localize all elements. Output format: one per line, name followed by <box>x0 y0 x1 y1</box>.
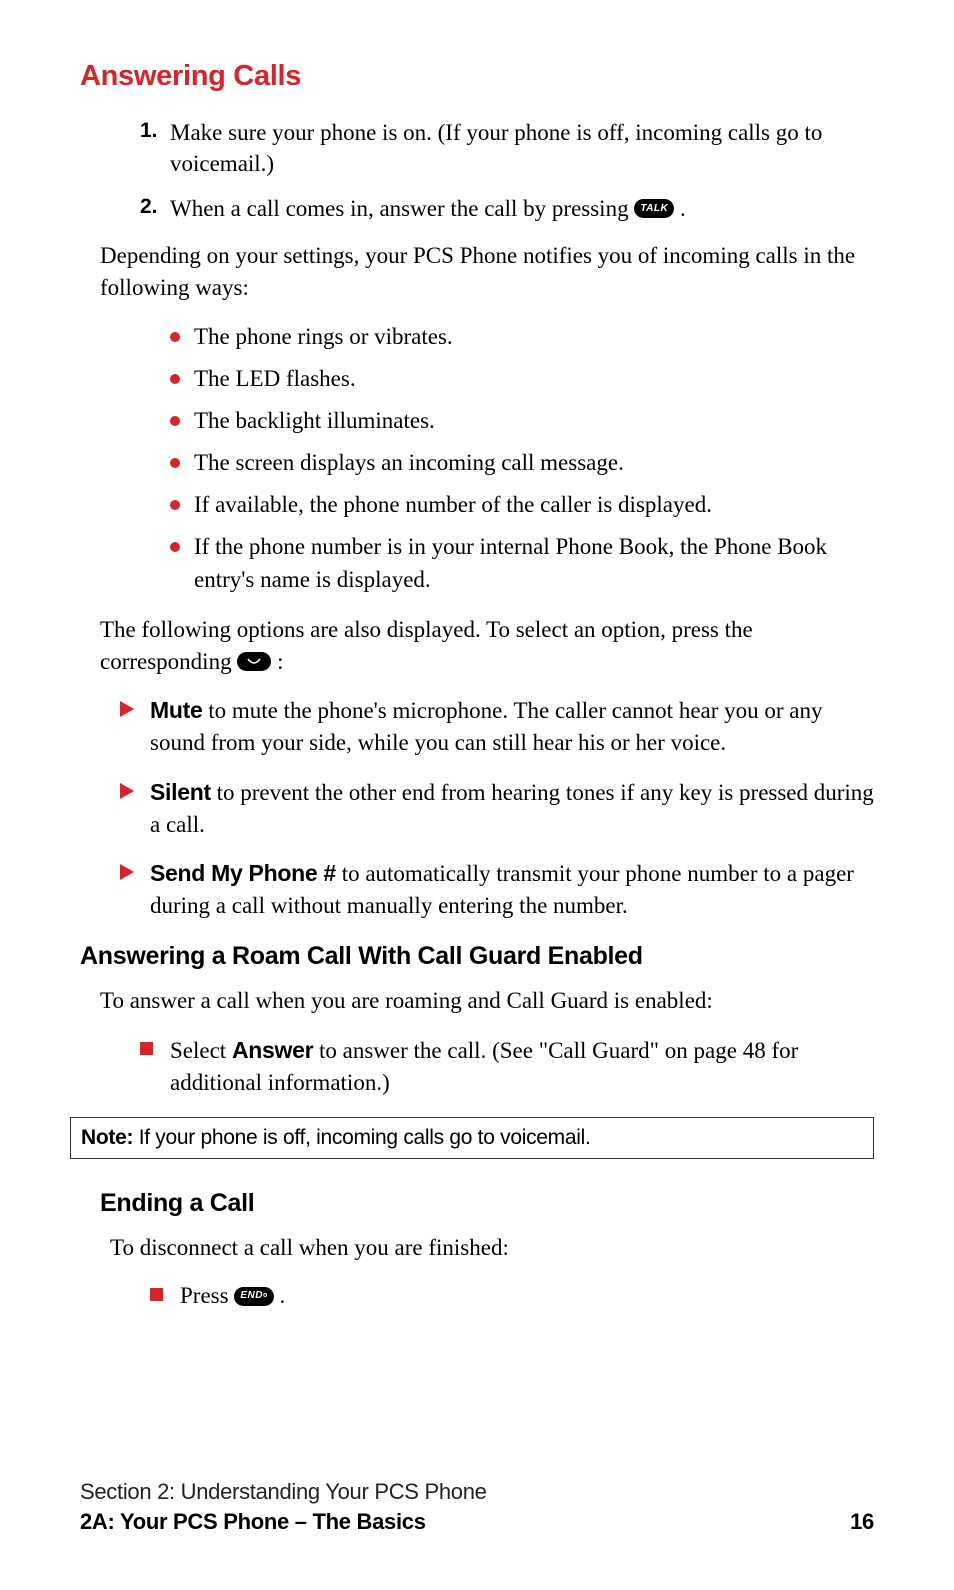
list-item: The phone rings or vibrates. <box>170 321 874 353</box>
page-footer: Section 2: Understanding Your PCS Phone … <box>80 1479 874 1535</box>
option-mute: Mute to mute the phone's microphone. The… <box>120 694 874 759</box>
step-1: 1. Make sure your phone is on. (If your … <box>140 117 874 179</box>
roam-call-heading: Answering a Roam Call With Call Guard En… <box>80 942 874 971</box>
steps-list: 1. Make sure your phone is on. (If your … <box>140 117 874 224</box>
list-item: If the phone number is in your internal … <box>170 531 874 595</box>
options-intro-suffix: : <box>277 649 283 674</box>
option-text: to prevent the other end from hearing to… <box>150 780 874 837</box>
ending-step: Press ENDo . <box>150 1280 874 1312</box>
softkey-icon <box>237 652 271 671</box>
option-label: Send My Phone # <box>150 860 336 886</box>
call-options-list: Mute to mute the phone's microphone. The… <box>120 694 874 922</box>
note-label: Note: <box>81 1126 133 1149</box>
ending-steps-list: Press ENDo . <box>150 1280 874 1312</box>
list-item: The backlight illuminates. <box>170 405 874 437</box>
roam-step-bold: Answer <box>232 1037 313 1063</box>
option-label: Mute <box>150 697 202 723</box>
roam-step: Select Answer to answer the call. (See "… <box>140 1034 874 1099</box>
note-text: If your phone is off, incoming calls go … <box>133 1126 590 1149</box>
option-label: Silent <box>150 779 211 805</box>
section-heading: Answering Calls <box>80 60 874 93</box>
step-number: 2. <box>140 193 158 221</box>
footer-section-label: Section 2: Understanding Your PCS Phone <box>80 1479 874 1505</box>
ending-step-prefix: Press <box>180 1283 234 1308</box>
list-item: The LED flashes. <box>170 363 874 395</box>
step-text-suffix: . <box>680 196 686 221</box>
option-text: to mute the phone's microphone. The call… <box>150 698 823 755</box>
step-text: Make sure your phone is on. (If your pho… <box>170 120 822 176</box>
ending-call-heading: Ending a Call <box>100 1189 874 1218</box>
note-box: Note: If your phone is off, incoming cal… <box>70 1117 874 1159</box>
end-key-icon: ENDo <box>234 1287 273 1306</box>
roam-intro-paragraph: To answer a call when you are roaming an… <box>100 985 874 1017</box>
roam-steps-list: Select Answer to answer the call. (See "… <box>140 1034 874 1099</box>
options-intro-prefix: The following options are also displayed… <box>100 617 753 674</box>
notification-ways-list: The phone rings or vibrates. The LED fla… <box>170 321 874 596</box>
options-intro-paragraph: The following options are also displayed… <box>100 614 874 678</box>
ending-step-suffix: . <box>279 1283 285 1308</box>
step-2: 2. When a call comes in, answer the call… <box>140 193 874 224</box>
footer-subsection-label: 2A: Your PCS Phone – The Basics <box>80 1509 426 1535</box>
list-item: If available, the phone number of the ca… <box>170 489 874 521</box>
step-number: 1. <box>140 117 158 145</box>
option-send-my-phone: Send My Phone # to automatically transmi… <box>120 857 874 922</box>
notify-intro-paragraph: Depending on your settings, your PCS Pho… <box>100 240 874 304</box>
page-number: 16 <box>850 1509 874 1535</box>
talk-key-icon: TALK <box>634 199 674 218</box>
ending-intro-paragraph: To disconnect a call when you are finish… <box>110 1232 874 1264</box>
option-silent: Silent to prevent the other end from hea… <box>120 776 874 841</box>
list-item: The screen displays an incoming call mes… <box>170 447 874 479</box>
step-text-prefix: When a call comes in, answer the call by… <box>170 196 634 221</box>
roam-step-prefix: Select <box>170 1038 232 1063</box>
